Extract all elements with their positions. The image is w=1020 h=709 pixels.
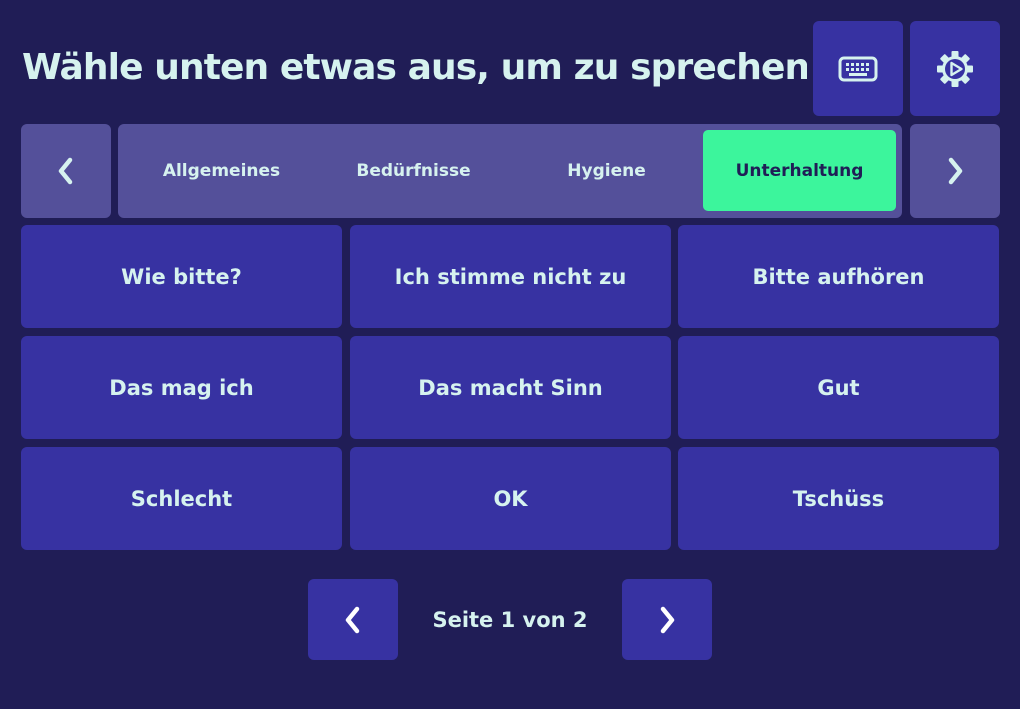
keyboard-button[interactable] [813, 21, 903, 116]
category-next-button[interactable] [910, 124, 1000, 218]
phrase-button-ok[interactable]: OK [350, 447, 671, 550]
category-prev-button[interactable] [21, 124, 111, 218]
tab-hygiene[interactable]: Hygiene [510, 130, 703, 211]
keyboard-icon [838, 56, 878, 81]
chevron-right-icon [660, 606, 675, 633]
phrase-button-das-mag-ich[interactable]: Das mag ich [21, 336, 342, 439]
settings-button[interactable] [910, 21, 1000, 116]
phrase-button-wie-bitte[interactable]: Wie bitte? [21, 225, 342, 328]
phrase-button-das-macht-sinn[interactable]: Das macht Sinn [350, 336, 671, 439]
category-tab-strip: Allgemeines Bedürfnisse Hygiene Unterhal… [118, 124, 902, 218]
tab-beduerfnisse[interactable]: Bedürfnisse [317, 130, 510, 211]
tab-unterhaltung[interactable]: Unterhaltung [703, 130, 896, 211]
chevron-right-icon [948, 157, 963, 185]
tab-allgemeines[interactable]: Allgemeines [125, 130, 318, 211]
page-indicator: Seite 1 von 2 [432, 607, 588, 632]
phrase-button-schlecht[interactable]: Schlecht [21, 447, 342, 550]
phrase-button-gut[interactable]: Gut [678, 336, 999, 439]
gear-play-icon [937, 50, 973, 87]
chevron-left-icon [345, 606, 360, 633]
page-next-button[interactable] [622, 579, 712, 660]
page-title: Wähle unten etwas aus, um zu sprechen [22, 47, 807, 88]
chevron-left-icon [58, 157, 73, 185]
phrase-button-ich-stimme-nicht-zu[interactable]: Ich stimme nicht zu [350, 225, 671, 328]
phrase-button-tschuess[interactable]: Tschüss [678, 447, 999, 550]
page-prev-button[interactable] [308, 579, 398, 660]
phrase-button-bitte-aufhoeren[interactable]: Bitte aufhören [678, 225, 999, 328]
